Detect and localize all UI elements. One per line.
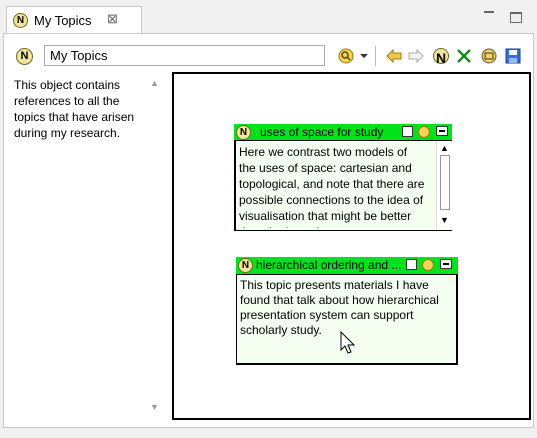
node-text[interactable]: This topic presents materials I have fou…	[240, 278, 452, 338]
node-find-icon[interactable]	[422, 259, 434, 271]
node-scrollbar[interactable]: ▲ ▼	[436, 141, 452, 230]
topic-node-icon: N	[238, 258, 253, 273]
tab-title: My Topics	[34, 13, 92, 28]
tab-strip: N My Topics ⊠	[0, 0, 537, 34]
scroll-thumb[interactable]	[440, 155, 450, 210]
topic-node-card[interactable]: N uses of space for study Here we contra…	[234, 124, 452, 231]
back-icon[interactable]	[385, 47, 403, 65]
node-header[interactable]: N uses of space for study	[234, 124, 452, 140]
forward-icon[interactable]	[407, 47, 425, 65]
minimize-icon[interactable]	[482, 6, 496, 18]
unlink-icon[interactable]	[455, 47, 473, 65]
node-title: uses of space for study	[260, 125, 384, 139]
toolbar-separator	[375, 46, 376, 66]
maximize-icon[interactable]	[510, 12, 522, 23]
node-find-icon[interactable]	[418, 126, 430, 138]
topic-node-icon: N	[236, 125, 251, 140]
node-minimize-icon[interactable]	[436, 126, 448, 136]
scroll-up-icon[interactable]: ▲	[440, 143, 449, 153]
node-minimize-icon[interactable]	[440, 259, 452, 269]
node-title: hierarchical ordering and ...	[256, 258, 402, 272]
dropdown-arrow-icon[interactable]	[358, 47, 370, 65]
scroll-down-icon[interactable]: ▼	[150, 402, 159, 412]
node-header[interactable]: N hierarchical ordering and ...	[236, 257, 458, 274]
scroll-down-icon[interactable]: ▼	[440, 215, 449, 225]
node-text[interactable]: Here we contrast two models of the uses …	[239, 144, 425, 228]
tree-icon[interactable]	[480, 47, 498, 65]
description-text[interactable]: This object contains references to all t…	[14, 77, 149, 141]
find-icon[interactable]	[337, 47, 355, 65]
node-body[interactable]: Here we contrast two models of the uses …	[234, 140, 452, 231]
mouse-cursor-icon	[340, 330, 356, 355]
node-icon[interactable]: N	[433, 48, 449, 66]
topic-node-icon: N	[16, 48, 33, 65]
tab-my-topics[interactable]: N My Topics ⊠	[6, 6, 142, 34]
save-icon[interactable]	[504, 47, 522, 65]
close-icon[interactable]: ⊠	[107, 11, 118, 27]
node-editor-icon[interactable]	[402, 126, 413, 137]
title-input[interactable]	[44, 45, 325, 66]
topic-node-icon: N	[13, 13, 28, 28]
node-editor-icon[interactable]	[406, 259, 417, 270]
scroll-up-icon[interactable]: ▲	[150, 78, 159, 88]
